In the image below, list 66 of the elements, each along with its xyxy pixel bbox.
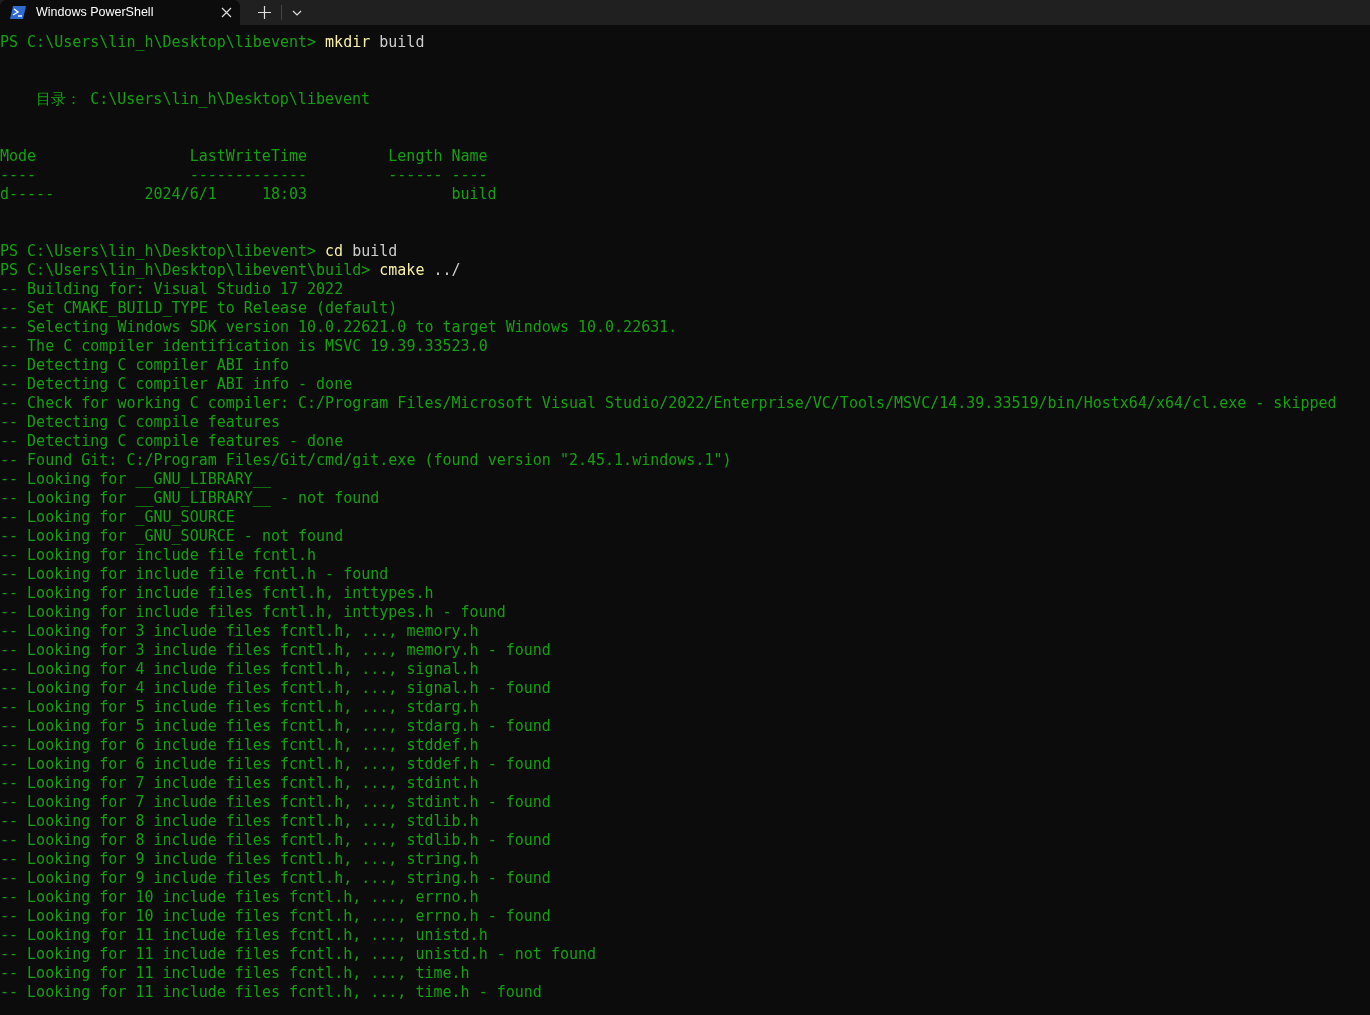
chevron-down-icon xyxy=(292,9,302,16)
directory-text: 目录： C:\Users\lin_h\Desktop\libevent xyxy=(36,90,371,109)
command-text: cmake xyxy=(379,261,425,280)
column-header: Length xyxy=(388,147,443,165)
header-rule: ---- xyxy=(0,166,37,184)
output-line: -- Looking for 11 include files fcntl.h, ..., unistd.h xyxy=(0,926,488,945)
column-header: Mode xyxy=(0,147,37,165)
output-line: -- Looking for 3 include files fcntl.h, ..., memory.h xyxy=(0,622,479,641)
terminal-tab[interactable]: Windows PowerShell xyxy=(0,0,240,25)
prompt-text: PS C:\Users\lin_h\Desktop\libevent\build> xyxy=(0,261,371,280)
close-icon[interactable] xyxy=(221,7,232,18)
powershell-icon xyxy=(10,6,26,19)
output-line: -- Looking for include files fcntl.h, inttypes.h xyxy=(0,584,434,603)
output-line: -- Detecting C compile features - done xyxy=(0,432,344,451)
output-line: -- Looking for 9 include files fcntl.h, ..., string.h xyxy=(0,850,479,869)
output-line: -- Looking for 4 include files fcntl.h, ..., signal.h xyxy=(0,660,479,679)
output-line: -- Looking for 7 include files fcntl.h, ..., stdint.h xyxy=(0,774,479,793)
output-line: -- Looking for 5 include files fcntl.h, ..., stdarg.h xyxy=(0,698,479,717)
plus-icon xyxy=(258,6,271,19)
output-line: -- Detecting C compile features xyxy=(0,413,280,432)
argument-text: ../ xyxy=(433,261,461,280)
output-line: -- Detecting C compiler ABI info - done xyxy=(0,375,353,394)
output-line: -- Looking for 9 include files fcntl.h, ..., string.h - found xyxy=(0,869,551,888)
output-line: -- Building for: Visual Studio 17 2022 xyxy=(0,280,344,299)
prompt-text: PS C:\Users\lin_h\Desktop\libevent> xyxy=(0,242,317,261)
output-line: -- Check for working C compiler: C:/Program Files/Microsoft Visual Studio/2022/Enterprise/VC/Tools/MSVC/14.39.33519/bin/Hostx64/x64/cl.exe - skipped xyxy=(0,394,1337,413)
output-line: -- Looking for include file fcntl.h - found xyxy=(0,565,389,584)
output-line: -- Looking for 7 include files fcntl.h, ..., stdint.h - found xyxy=(0,793,551,812)
column-header: Name xyxy=(451,147,488,165)
output-line: -- Looking for 5 include files fcntl.h, ..., stdarg.h - found xyxy=(0,717,551,736)
prompt-text: PS C:\Users\lin_h\Desktop\libevent> xyxy=(0,33,317,52)
tab-title: Windows PowerShell xyxy=(36,4,155,22)
output-line: -- Looking for 3 include files fcntl.h, ..., memory.h - found xyxy=(0,641,551,660)
output-line: -- Looking for __GNU_LIBRARY__ - not found xyxy=(0,489,380,508)
output-line: -- Looking for 6 include files fcntl.h, ..., stddef.h xyxy=(0,736,479,755)
output-line: -- Looking for 10 include files fcntl.h, ..., errno.h - found xyxy=(0,907,551,926)
output-line: -- Looking for 8 include files fcntl.h, ..., stdlib.h xyxy=(0,812,479,831)
output-line: -- Found Git: C:/Program Files/Git/cmd/git.exe (found version "2.45.1.windows.1") xyxy=(0,451,732,470)
output-line: -- Detecting C compiler ABI info xyxy=(0,356,289,375)
output-line: -- Looking for _GNU_SOURCE - not found xyxy=(0,527,344,546)
output-line: -- Looking for __GNU_LIBRARY__ xyxy=(0,470,271,489)
date-cell: 2024/6/1 xyxy=(144,185,217,204)
output-line: -- Looking for include file fcntl.h xyxy=(0,546,317,565)
command-text: cd xyxy=(325,242,344,261)
command-text: mkdir xyxy=(325,33,371,52)
column-header: LastWriteTime xyxy=(189,147,308,165)
name-cell: build xyxy=(451,185,497,203)
output-line: -- Looking for 10 include files fcntl.h, ..., errno.h xyxy=(0,888,479,907)
argument-text: build xyxy=(352,242,398,261)
output-line: -- The C compiler identification is MSVC 19.39.33523.0 xyxy=(0,337,488,356)
output-line: -- Looking for 11 include files fcntl.h, ..., time.h - found xyxy=(0,983,542,1002)
argument-text: build xyxy=(379,33,425,52)
output-line: -- Looking for 4 include files fcntl.h, ..., signal.h - found xyxy=(0,679,551,698)
header-rule: ---- xyxy=(451,166,488,184)
output-line: -- Selecting Windows SDK version 10.0.22621.0 to target Windows 10.0.22631. xyxy=(0,318,678,337)
mode-cell: d----- xyxy=(0,185,55,203)
output-line: -- Looking for 8 include files fcntl.h, ..., stdlib.h - found xyxy=(0,831,551,850)
output-line: -- Set CMAKE_BUILD_TYPE to Release (default) xyxy=(0,299,398,318)
time-cell: 18:03 xyxy=(261,185,308,204)
header-rule: ------------- xyxy=(189,166,308,184)
output-line: -- Looking for _GNU_SOURCE xyxy=(0,508,235,527)
output-line: -- Looking for 11 include files fcntl.h, ..., time.h xyxy=(0,964,470,983)
output-line: -- Looking for 11 include files fcntl.h, ..., unistd.h - not found xyxy=(0,945,597,964)
output-line: -- Looking for 6 include files fcntl.h, ..., stddef.h - found xyxy=(0,755,551,774)
header-rule: ------ xyxy=(388,166,443,184)
output-line: -- Looking for include files fcntl.h, inttypes.h - found xyxy=(0,603,506,622)
